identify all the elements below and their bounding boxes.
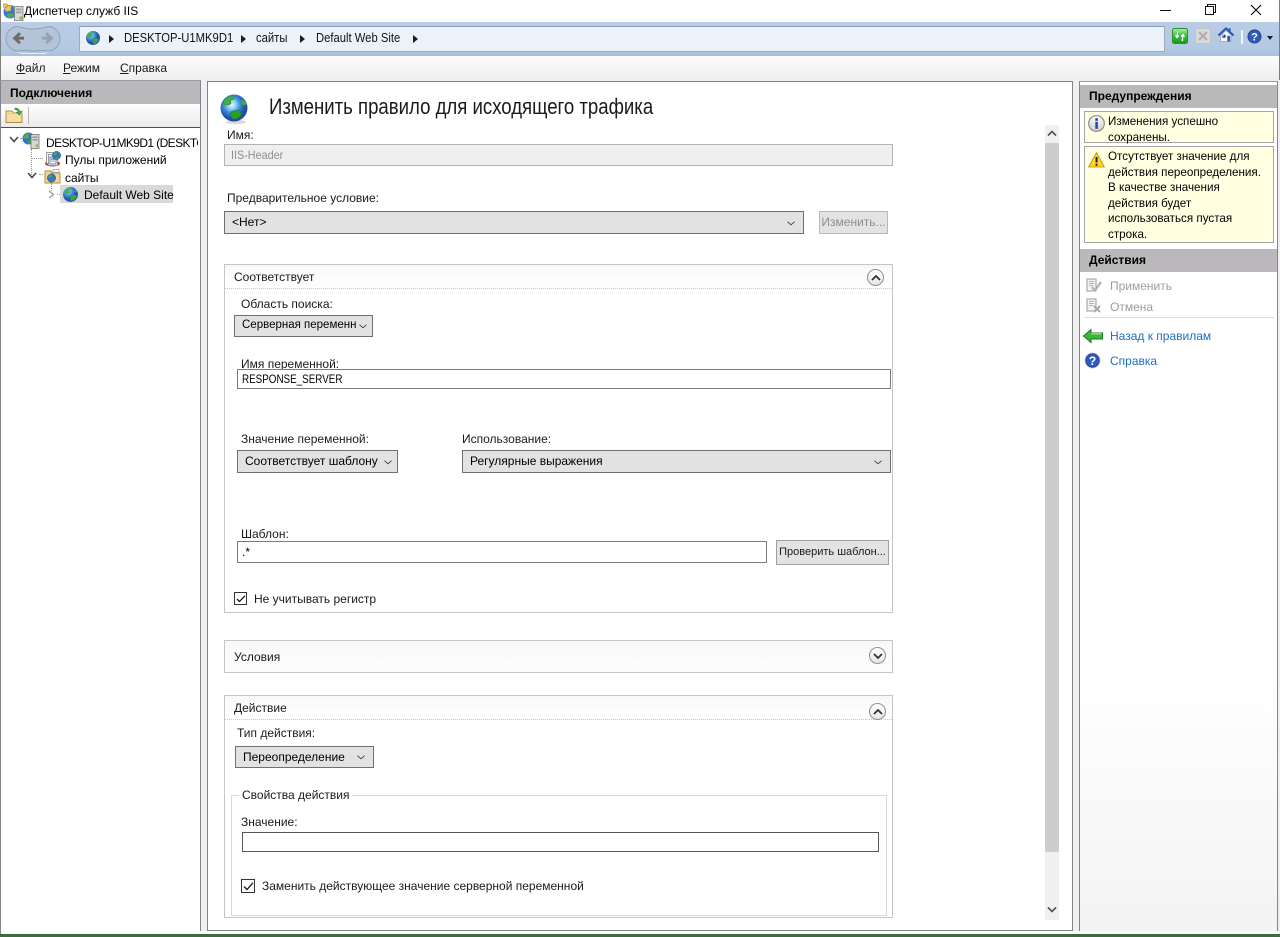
svg-text:?: ?	[1089, 354, 1096, 368]
svg-text:?: ?	[1251, 31, 1258, 43]
